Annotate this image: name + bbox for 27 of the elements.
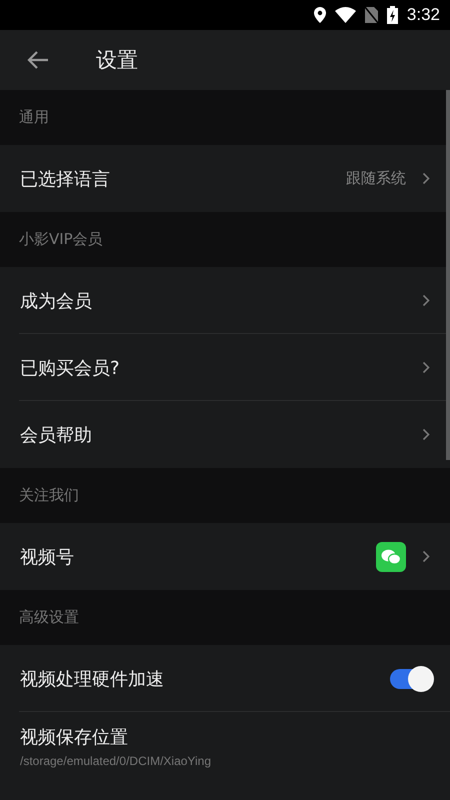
section-title: 关注我们: [19, 486, 79, 505]
chevron-right-icon: [422, 428, 430, 441]
row-label: 已购买会员?: [20, 356, 121, 380]
chevron-right-icon: [422, 294, 430, 307]
location-icon: [314, 7, 326, 23]
section-title: 小影VIP会员: [19, 230, 103, 249]
status-time: 3:32: [406, 5, 440, 25]
row-label: 视频处理硬件加速: [20, 668, 165, 690]
row-label: 已选择语言: [20, 168, 111, 190]
section-title: 高级设置: [19, 608, 79, 627]
row-label: 会员帮助: [20, 424, 93, 446]
battery-charging-icon: [386, 6, 398, 24]
row-subtitle: /storage/emulated/0/DCIM/XiaoYing: [20, 754, 212, 768]
chevron-right-icon: [422, 172, 430, 185]
wifi-icon: [334, 7, 356, 23]
section-title: 通用: [19, 108, 49, 127]
row-label: 成为会员: [20, 290, 93, 312]
row-label: 视频保存位置: [20, 726, 129, 748]
chevron-right-icon: [422, 550, 430, 563]
row-label: 视频号: [20, 546, 75, 568]
scrollbar[interactable]: [446, 90, 450, 460]
row-value: 跟随系统: [346, 169, 406, 188]
chevron-right-icon: [422, 361, 430, 374]
page-title: 设置: [96, 47, 138, 74]
back-arrow-icon: [27, 51, 49, 69]
no-sim-icon: [364, 7, 378, 23]
chat-bubbles-icon: [376, 542, 406, 572]
